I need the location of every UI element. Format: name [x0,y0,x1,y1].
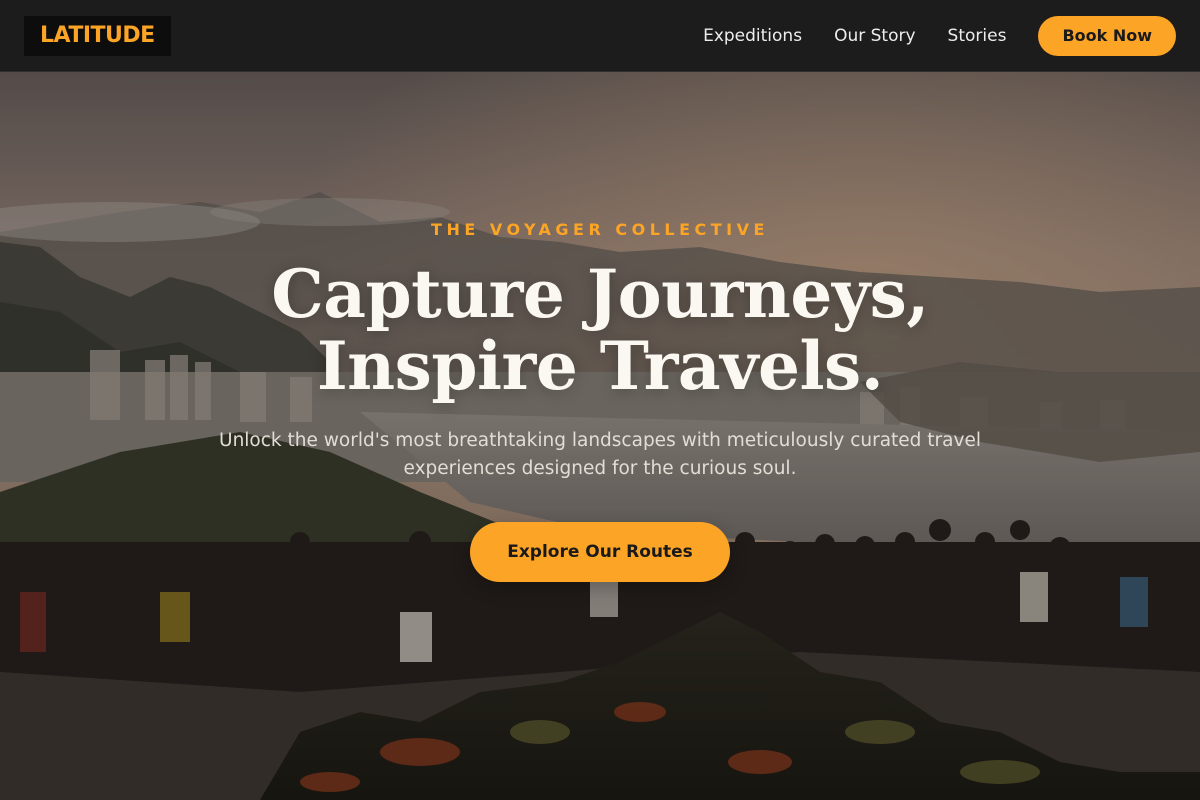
book-now-button[interactable]: Book Now [1038,15,1176,56]
nav-link-stories[interactable]: Stories [948,26,1007,46]
nav-link-our-story[interactable]: Our Story [834,26,915,46]
hero-subtext: Unlock the world's most breathtaking lan… [219,430,981,479]
hero-headline: Capture Journeys, Inspire Travels. [0,258,1200,402]
nav-link-expeditions[interactable]: Expeditions [703,26,802,46]
nav-menu: Expeditions Our Story Stories Book Now [703,15,1176,56]
logo[interactable]: LATITUDE [24,15,171,56]
hero-headline-line-2: Inspire Travels. [316,327,884,405]
hero-eyebrow: THE VOYAGER COLLECTIVE [431,220,769,239]
explore-routes-button[interactable]: Explore Our Routes [470,522,730,582]
navbar: LATITUDE Expeditions Our Story Stories B… [0,0,1200,72]
hero-content: THE VOYAGER COLLECTIVE Capture Journeys,… [0,72,1200,800]
hero-section: THE VOYAGER COLLECTIVE Capture Journeys,… [0,72,1200,800]
hero-headline-line-1: Capture Journeys, [271,255,929,333]
logo-text: LATITUDE [40,23,155,48]
